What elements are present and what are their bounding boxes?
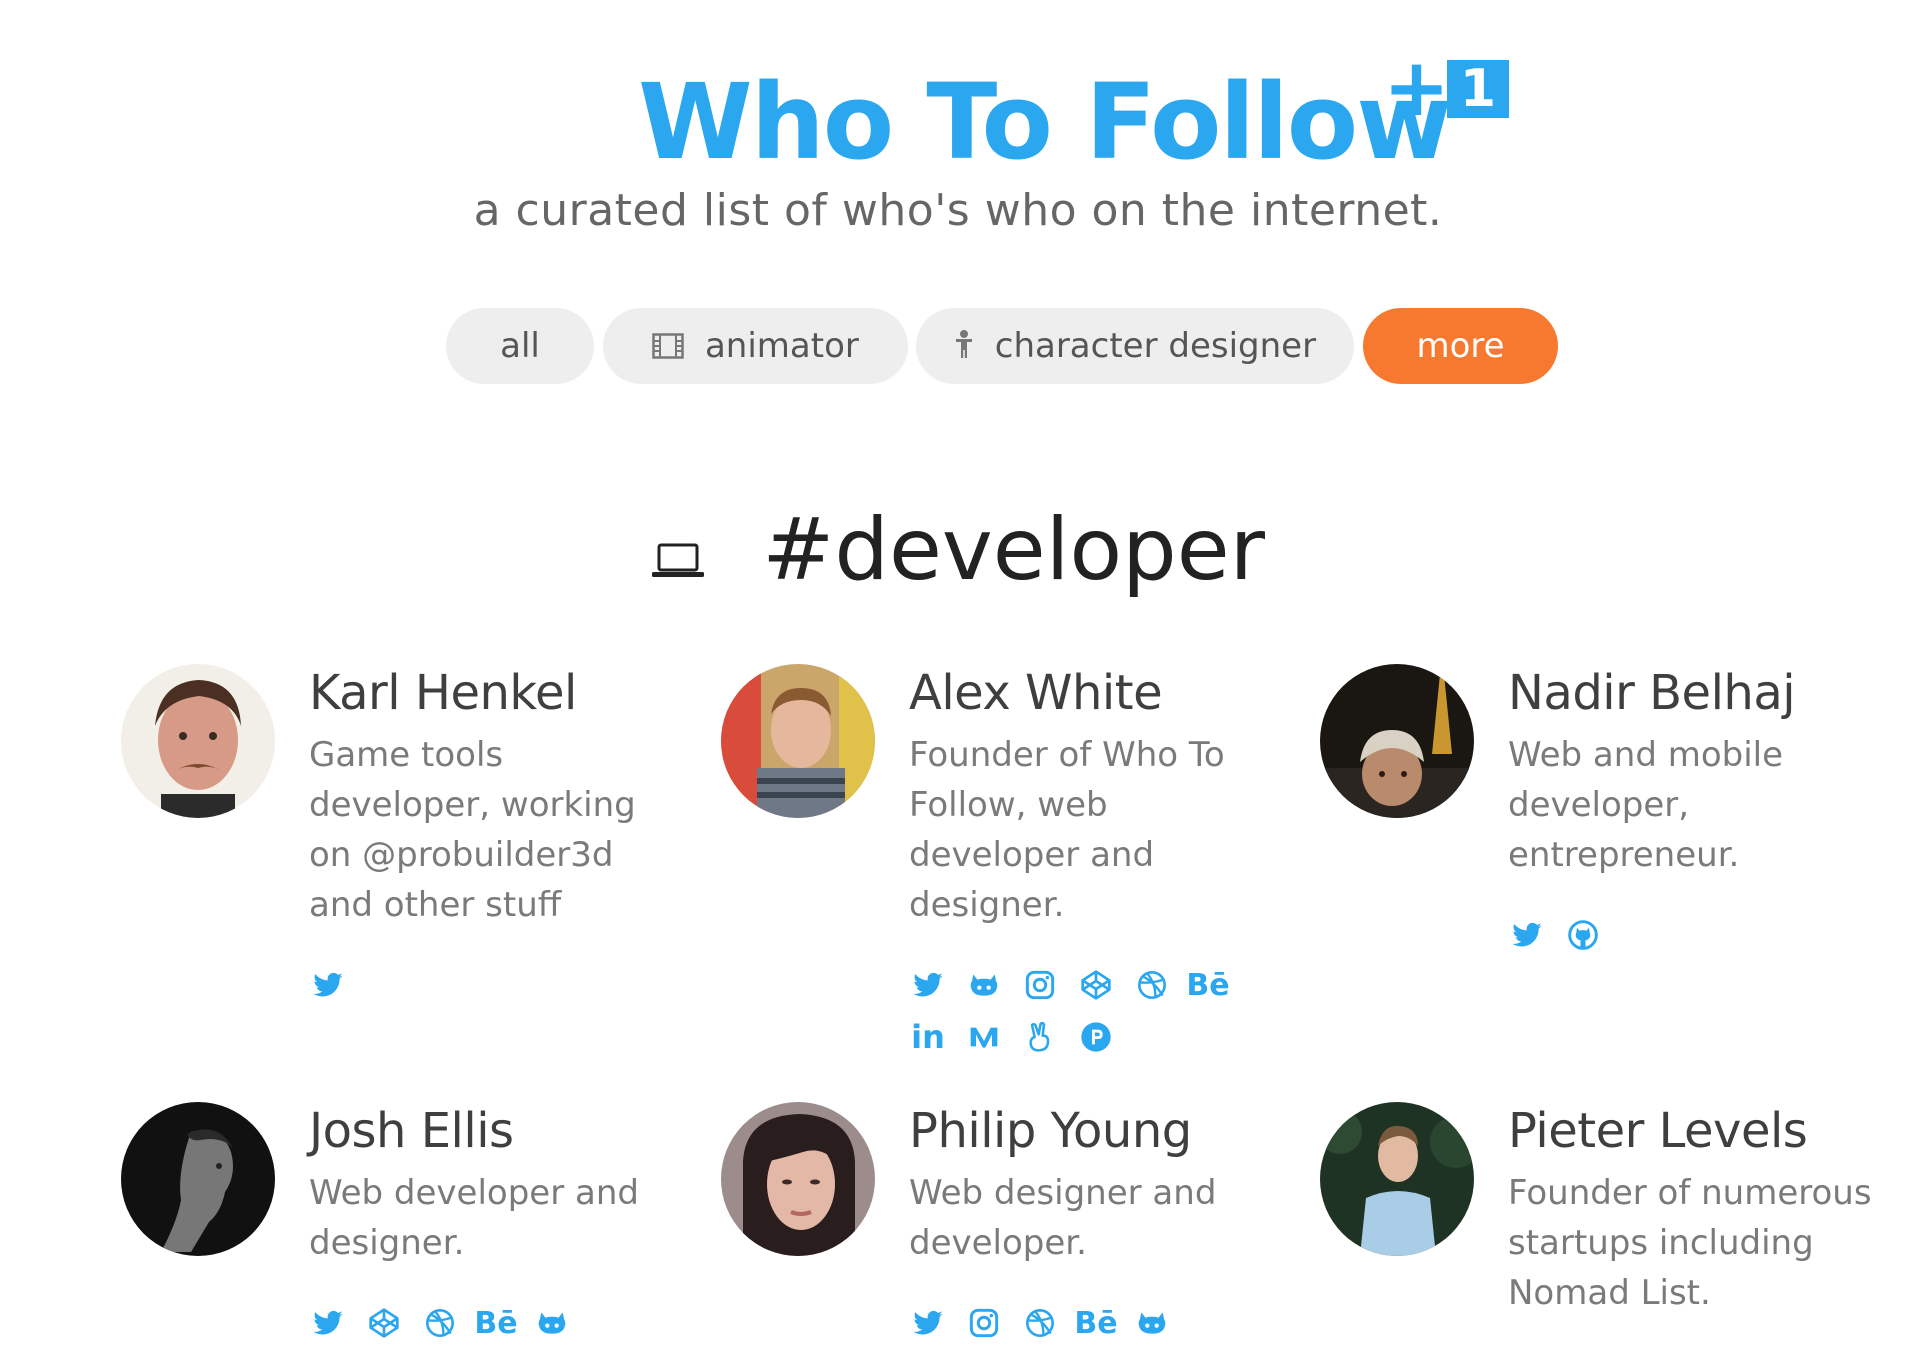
subtitle: a curated list of who's who on the inter… <box>473 185 1443 236</box>
codepen-icon[interactable] <box>1077 966 1115 1004</box>
avatar[interactable] <box>1320 1102 1474 1256</box>
person-bio: Web designer and developer. <box>909 1173 1217 1263</box>
section-heading: #developer <box>0 500 1916 606</box>
page: Who To Follow + 1 a curated list of who'… <box>0 0 1916 1366</box>
filter-animator[interactable]: animator <box>603 308 908 384</box>
avatar[interactable] <box>721 1102 875 1256</box>
person-bio: Web and mobile developer, entrepreneur. <box>1508 735 1784 875</box>
linkedin-icon[interactable]: in <box>909 1018 947 1056</box>
filter-all[interactable]: all <box>446 308 594 384</box>
medium-icon[interactable] <box>965 1018 1003 1056</box>
avatar[interactable] <box>1320 664 1474 818</box>
person-info: Josh Ellis Web developer and designer. B… <box>309 1102 679 1356</box>
github-icon[interactable] <box>1133 1304 1171 1342</box>
twitter-icon[interactable] <box>909 1304 947 1342</box>
twitter-icon[interactable] <box>309 966 347 1004</box>
angellist-icon[interactable] <box>1021 1018 1059 1056</box>
behance-icon[interactable]: Bē <box>474 1304 517 1342</box>
one-badge: 1 <box>1447 60 1509 118</box>
behance-icon[interactable]: Bē <box>1186 966 1229 1004</box>
plus-one-logo: + 1 <box>1383 48 1513 128</box>
person-bio: Game tools developer, working on @probui… <box>309 735 636 925</box>
producthunt-icon[interactable] <box>1077 1018 1115 1056</box>
person-name[interactable]: Pieter Levels <box>1508 1102 1878 1160</box>
person-name[interactable]: Karl Henkel <box>309 664 679 722</box>
person-bio: Founder of numerous startups including N… <box>1508 1173 1872 1313</box>
instagram-icon[interactable] <box>1021 966 1059 1004</box>
social-links <box>309 966 649 1018</box>
filter-label: all <box>500 326 540 366</box>
dribbble-icon[interactable] <box>421 1304 459 1342</box>
avatar[interactable] <box>121 1102 275 1256</box>
plus-sign: + <box>1383 41 1451 134</box>
twitter-icon[interactable] <box>1508 916 1546 954</box>
behance-icon[interactable]: Bē <box>1074 1304 1117 1342</box>
twitter-icon[interactable] <box>909 966 947 1004</box>
person-info: Nadir Belhaj Web and mobile developer, e… <box>1508 664 1878 968</box>
person-bio: Web developer and designer. <box>309 1173 639 1263</box>
social-links: Bē <box>909 1304 1249 1356</box>
person-name[interactable]: Philip Young <box>909 1102 1279 1160</box>
title-text: Who To Follow <box>638 61 1452 183</box>
person-name[interactable]: Alex White <box>909 664 1279 722</box>
instagram-icon[interactable] <box>965 1304 1003 1342</box>
section-title: #developer <box>762 500 1266 600</box>
figure-icon <box>954 310 974 386</box>
person-info: Pieter Levels Founder of numerous startu… <box>1508 1102 1878 1318</box>
filter-label: animator <box>704 326 859 366</box>
laptop-icon <box>651 500 705 600</box>
github-icon[interactable] <box>965 966 1003 1004</box>
avatar[interactable] <box>121 664 275 818</box>
person-info: Karl Henkel Game tools developer, workin… <box>309 664 679 1018</box>
filter-label: character designer <box>994 326 1317 366</box>
github-icon[interactable] <box>533 1304 571 1342</box>
github-icon[interactable] <box>1564 916 1602 954</box>
dribbble-icon[interactable] <box>1133 966 1171 1004</box>
social-links: Bē in <box>909 966 1249 1070</box>
film-icon <box>652 310 684 386</box>
dribbble-icon[interactable] <box>1021 1304 1059 1342</box>
avatar[interactable] <box>721 664 875 818</box>
person-name[interactable]: Josh Ellis <box>309 1102 679 1160</box>
social-links: Bē <box>309 1304 649 1356</box>
codepen-icon[interactable] <box>365 1304 403 1342</box>
twitter-icon[interactable] <box>309 1304 347 1342</box>
person-info: Philip Young Web designer and developer.… <box>909 1102 1279 1356</box>
filter-label: more <box>1416 326 1505 366</box>
site-title[interactable]: Who To Follow + 1 <box>638 48 1518 183</box>
social-links <box>1508 916 1848 968</box>
person-bio: Founder of Who To Follow, web developer … <box>909 735 1225 925</box>
person-name[interactable]: Nadir Belhaj <box>1508 664 1878 722</box>
filter-more[interactable]: more <box>1363 308 1558 384</box>
person-info: Alex White Founder of Who To Follow, web… <box>909 664 1279 1070</box>
filter-character-designer[interactable]: character designer <box>916 308 1354 384</box>
